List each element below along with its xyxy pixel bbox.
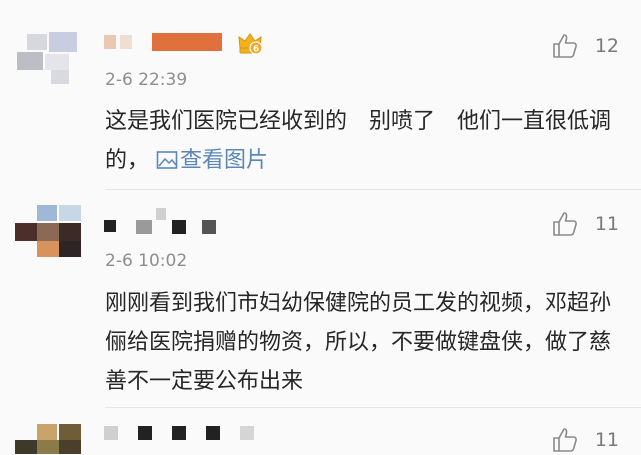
username[interactable] bbox=[104, 426, 274, 448]
comment-time: 2-6 10:02 bbox=[105, 251, 188, 271]
username[interactable] bbox=[104, 208, 244, 234]
like-count: 11 bbox=[594, 429, 619, 451]
comment-1: 6 2-6 22:39 这是我们医院已经收到的 别喷了 他们一直很低调的， 查看… bbox=[0, 0, 641, 190]
comment-text: 刚刚看到我们市妇幼保健院的员工发的视频，邓超孙俪给医院捐赠的物资，所以，不要做键… bbox=[105, 291, 612, 394]
comment-2: 2-6 10:02 刚刚看到我们市妇幼保健院的员工发的视频，邓超孙俪给医院捐赠的… bbox=[0, 190, 641, 408]
comment-text: 这是我们医院已经收到的 别喷了 他们一直很低调的， 查看图片 bbox=[105, 102, 615, 180]
like-button[interactable]: 11 bbox=[551, 209, 619, 239]
like-button[interactable]: 12 bbox=[551, 31, 619, 61]
avatar[interactable] bbox=[15, 203, 87, 263]
username[interactable] bbox=[104, 33, 224, 55]
thumbs-up-icon bbox=[553, 34, 577, 58]
view-picture-label: 查看图片 bbox=[180, 148, 269, 173]
avatar[interactable] bbox=[15, 422, 87, 454]
view-picture-link[interactable]: 查看图片 bbox=[156, 148, 268, 173]
comment-3: 11 bbox=[0, 408, 641, 454]
like-button[interactable]: 11 bbox=[551, 425, 619, 455]
like-count: 11 bbox=[594, 213, 619, 235]
like-count: 12 bbox=[594, 35, 619, 57]
thumbs-up-icon bbox=[553, 212, 577, 236]
svg-text:6: 6 bbox=[253, 45, 259, 55]
avatar[interactable] bbox=[15, 30, 87, 90]
thumbs-up-icon bbox=[553, 428, 577, 452]
picture-icon bbox=[156, 151, 178, 169]
vip-crown-icon: 6 bbox=[237, 30, 263, 56]
comment-time: 2-6 22:39 bbox=[105, 70, 188, 90]
